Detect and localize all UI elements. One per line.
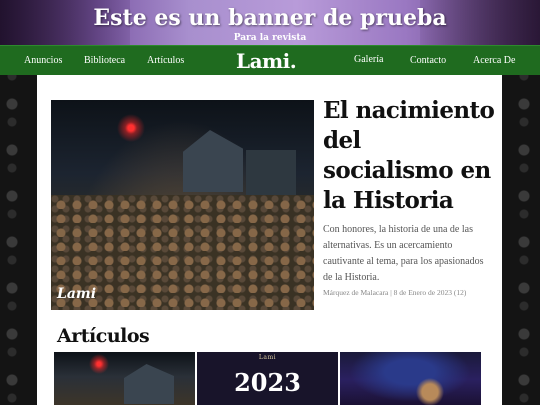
main-nav: Anuncios Biblioteca Artículos Lami. Gale… [0, 45, 540, 75]
hero-title[interactable]: El nacimiento del socialismo en la Histo… [323, 96, 498, 216]
thumb-building [124, 364, 174, 404]
section-title-articulos: Artículos [57, 325, 150, 347]
hero-image[interactable]: Lami [51, 100, 314, 310]
banner-title: Este es un banner de prueba [93, 5, 447, 31]
site-logo[interactable]: Lami. [236, 48, 297, 74]
thumb-year: 2023 [234, 368, 301, 397]
article-thumb-1[interactable] [54, 352, 195, 405]
article-thumb-3[interactable] [340, 352, 481, 405]
article-thumb-2[interactable]: Lami 2023 [197, 352, 338, 405]
hero-building [183, 130, 243, 192]
banner-subtitle: Para la revista [233, 33, 307, 43]
nav-item-biblioteca[interactable]: Biblioteca [84, 55, 125, 66]
hero-watermark: Lami [57, 286, 97, 302]
hero-meta: Márquez de Malacara | 8 de Enero de 2023… [323, 288, 467, 297]
nav-item-articulos[interactable]: Artículos [147, 55, 184, 66]
nav-item-acerca-de[interactable]: Acerca De [473, 55, 515, 66]
thumb-small-text: Lami [258, 354, 277, 361]
main-content: Lami El nacimiento del socialismo en la … [37, 75, 502, 405]
hero-building-2 [246, 150, 296, 195]
hero-description: Con honores, la historia de una de las a… [323, 224, 484, 283]
nav-item-contacto[interactable]: Contacto [410, 55, 446, 66]
nav-item-galeria[interactable]: Galería [354, 54, 383, 65]
nav-item-anuncios[interactable]: Anuncios [24, 55, 62, 66]
top-banner[interactable]: Este es un banner de prueba Para la revi… [0, 0, 540, 45]
